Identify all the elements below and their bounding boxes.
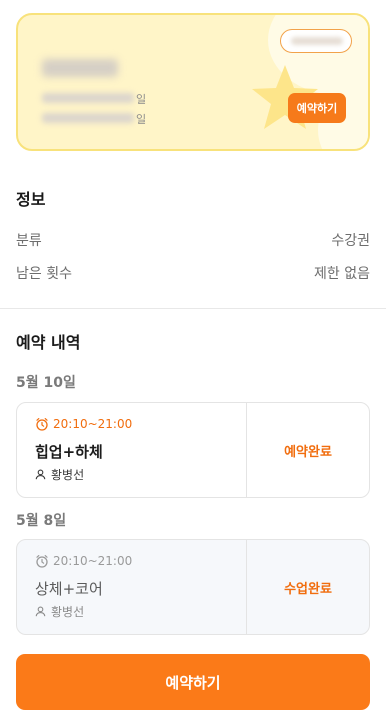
pass-period-redacted bbox=[42, 113, 134, 123]
reservation-time-text: 20:10~21:00 bbox=[53, 554, 133, 568]
reservation-class: 상체+코어 bbox=[35, 580, 103, 598]
pass-card: 일 일 예약하기 bbox=[16, 13, 370, 151]
reserve-button[interactable]: 예약하기 bbox=[16, 654, 370, 710]
reservation-instructor-name: 황병선 bbox=[51, 605, 85, 619]
info-value-category: 수강권 bbox=[331, 233, 370, 249]
reservation-time-text: 20:10~21:00 bbox=[53, 417, 133, 431]
reservation-time: 20:10~21:00 bbox=[35, 417, 132, 431]
reservation-card[interactable]: 20:10~21:00 상체+코어 황병선 수업완료 bbox=[16, 539, 370, 635]
alarm-clock-icon bbox=[36, 555, 48, 568]
alarm-clock-icon bbox=[36, 418, 48, 431]
info-title: 정보 bbox=[16, 190, 46, 209]
pass-period-redacted bbox=[42, 93, 134, 103]
reservation-time: 20:10~21:00 bbox=[35, 554, 132, 568]
pass-period-suffix: 일 bbox=[136, 113, 147, 126]
info-label-remaining: 남은 횟수 bbox=[16, 266, 72, 282]
reservation-date: 5월 10일 bbox=[16, 375, 76, 391]
pass-status-pill bbox=[280, 29, 352, 53]
info-value-remaining: 제한 없음 bbox=[314, 266, 370, 282]
person-icon bbox=[35, 469, 46, 480]
pass-name-redacted bbox=[42, 59, 118, 77]
reservation-status: 예약완료 bbox=[246, 403, 369, 497]
pass-period-suffix: 일 bbox=[136, 93, 147, 106]
reservation-status: 수업완료 bbox=[246, 540, 369, 634]
pass-reserve-button[interactable]: 예약하기 bbox=[288, 93, 346, 123]
reservation-date: 5월 8일 bbox=[16, 513, 67, 529]
info-label-category: 분류 bbox=[16, 233, 42, 249]
reservation-instructor: 황병선 bbox=[35, 466, 84, 483]
person-icon bbox=[35, 606, 46, 617]
section-divider bbox=[0, 308, 386, 309]
reservation-instructor: 황병선 bbox=[35, 603, 84, 620]
reservation-instructor-name: 황병선 bbox=[51, 468, 85, 482]
reservations-title: 예약 내역 bbox=[16, 333, 81, 352]
reservation-card[interactable]: 20:10~21:00 힙업+하체 황병선 예약완료 bbox=[16, 402, 370, 498]
reservation-class: 힙업+하체 bbox=[35, 443, 103, 461]
